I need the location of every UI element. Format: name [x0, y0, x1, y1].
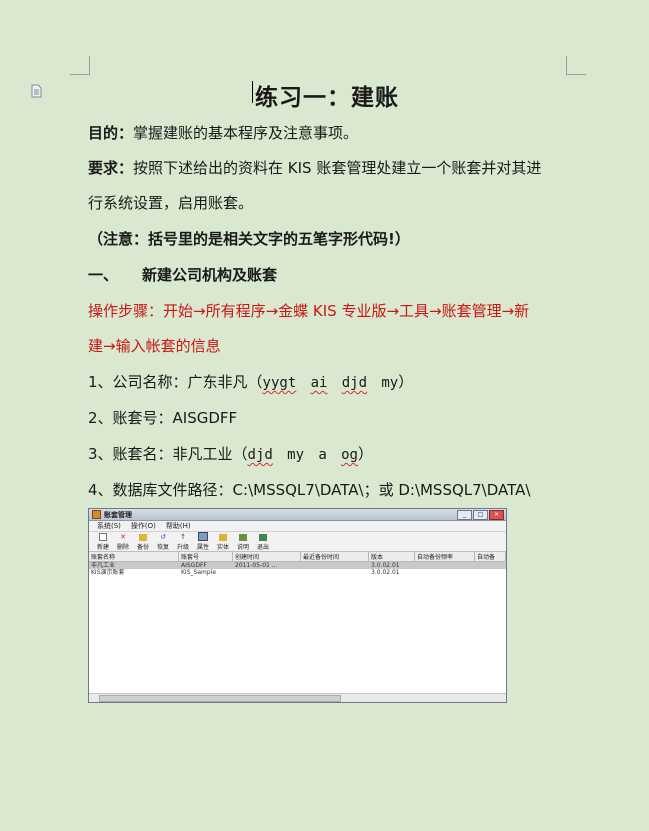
backup-icon: [139, 534, 147, 541]
menu-item-system[interactable]: 系统(S): [97, 521, 121, 531]
table-header: 账套名称 账套号 创建时间 最近备份时间 版本 自动备份频率 自动备: [89, 552, 506, 562]
purpose-text: 掌握建账的基本程序及注意事项。: [133, 124, 359, 142]
horizontal-scrollbar[interactable]: [89, 693, 506, 702]
scrollbar-thumb[interactable]: [99, 695, 341, 702]
properties-icon: [198, 532, 208, 541]
table-cell: 3.0.02.01: [371, 562, 400, 569]
new-button[interactable]: 新建: [95, 533, 111, 551]
entity-icon: [219, 534, 227, 541]
column-header[interactable]: 账套号: [179, 552, 233, 561]
section-title: 新建公司机构及账套: [142, 266, 278, 284]
table-row[interactable]: 非凡工业 AISGDFF 2011-05-01 ... 3.0.02.01: [89, 562, 506, 569]
wubi-code: djd: [247, 447, 273, 463]
menu-item-operation[interactable]: 操作(O): [131, 521, 156, 531]
window-controls: _ □ ×: [457, 510, 504, 520]
list-item-account-number: 2、账套号：AISGDFF: [88, 409, 238, 427]
requirement-line-1: 要求：按照下述给出的资料在 KIS 账套管理处建立一个账套并对其进: [88, 158, 541, 178]
window-title: 账套管理: [104, 510, 132, 519]
upgrade-button[interactable]: ↑ 升级: [175, 533, 191, 552]
document-icon[interactable]: [30, 84, 44, 98]
table-cell: [301, 562, 369, 569]
page-corner-mark-top-right: [566, 56, 586, 75]
wubi-code: ai: [310, 375, 328, 391]
restore-button[interactable]: ↺ 恢复: [155, 533, 171, 552]
properties-button[interactable]: 属性: [195, 532, 211, 551]
steps-line-2: 建→输入帐套的信息: [88, 337, 221, 355]
requirement-label: 要求：: [88, 159, 134, 177]
app-icon: [92, 510, 101, 519]
closing-paren: ）: [357, 445, 373, 463]
account-management-window: 账套管理 _ □ × 系统(S) 操作(O) 帮助(H) 新建 ✕ 删除 备份 ↺…: [88, 508, 507, 703]
list-item-company-name: 1、公司名称：广东非凡（yygt ai djd my）: [88, 372, 413, 393]
wubi-code: og: [341, 447, 358, 463]
exit-button[interactable]: 退出: [255, 534, 271, 551]
exit-icon: [259, 534, 267, 541]
wubi-code: my: [287, 447, 305, 463]
requirement-text-1: 按照下述给出的资料在 KIS 账套管理处建立一个账套并对其进: [133, 159, 542, 177]
maximize-icon[interactable]: □: [473, 510, 488, 520]
closing-paren: ）: [398, 373, 414, 391]
entity-button[interactable]: 实体: [215, 534, 231, 551]
page-corner-mark-top-left: [70, 56, 90, 75]
steps-line-1: 操作步骤：开始→所有程序→金蝶 KIS 专业版→工具→账套管理→新: [88, 302, 530, 320]
page-title: 练习一：建账: [255, 84, 399, 111]
menu-item-help[interactable]: 帮助(H): [166, 521, 191, 531]
minimize-icon[interactable]: _: [457, 510, 472, 520]
requirement-line-2: 行系统设置，启用账套。: [88, 194, 254, 212]
new-icon: [99, 533, 107, 541]
backup-button[interactable]: 备份: [135, 534, 151, 551]
wubi-code: a: [318, 447, 327, 463]
text-cursor: [252, 81, 253, 103]
description-button[interactable]: 说明: [235, 534, 251, 551]
description-icon: [239, 534, 247, 541]
table-row[interactable]: KIS演示账套 KIS_Sample 3.0.02.01: [89, 569, 506, 576]
company-name-label: 1、公司名称：广东非凡（: [88, 373, 263, 391]
toolbar: 新建 ✕ 删除 备份 ↺ 恢复 ↑ 升级 属性 实体 说明 退出: [89, 532, 506, 552]
close-icon[interactable]: ×: [489, 510, 504, 520]
column-header[interactable]: 版本: [369, 552, 415, 561]
upgrade-icon: ↑: [180, 533, 186, 541]
section-heading: 一、 新建公司机构及账套: [88, 265, 277, 285]
table-cell: KIS演示账套: [91, 569, 125, 576]
column-header[interactable]: 账套名称: [89, 552, 179, 561]
purpose-line: 目的：掌握建账的基本程序及注意事项。: [88, 123, 358, 143]
column-header[interactable]: 创建时间: [233, 552, 301, 561]
list-item-database-path: 4、数据库文件路径：C:\MSSQL7\DATA\；或 D:\MSSQL7\DA…: [88, 481, 531, 499]
wubi-code: djd: [341, 375, 368, 391]
column-header[interactable]: 自动备份频率: [415, 552, 475, 561]
section-number: 一、: [88, 266, 119, 284]
table-cell: KIS_Sample: [181, 569, 217, 576]
window-titlebar: 账套管理: [89, 509, 506, 521]
table-cell: [233, 569, 301, 576]
table-cell: 2011-05-01 ...: [235, 562, 278, 569]
wubi-code: my: [381, 375, 399, 391]
restore-icon: ↺: [160, 533, 166, 541]
purpose-label: 目的：: [88, 124, 134, 142]
table-cell: 3.0.02.01: [371, 569, 400, 576]
table-cell: [301, 569, 369, 576]
list-item-account-name: 3、账套名：非凡工业（djd my a og）: [88, 444, 373, 465]
menu-bar: 系统(S) 操作(O) 帮助(H): [89, 521, 506, 532]
delete-icon: ✕: [120, 533, 126, 541]
table-cell: AISGDFF: [181, 562, 207, 569]
column-header[interactable]: 自动备: [475, 552, 506, 561]
wubi-code: yygt: [262, 375, 297, 391]
note-line: （注意：括号里的是相关文字的五笔字形代码!）: [88, 230, 410, 248]
account-name-label: 3、账套名：非凡工业（: [88, 445, 248, 463]
column-header[interactable]: 最近备份时间: [301, 552, 369, 561]
delete-button[interactable]: ✕ 删除: [115, 533, 131, 552]
table-cell: 非凡工业: [91, 562, 116, 569]
